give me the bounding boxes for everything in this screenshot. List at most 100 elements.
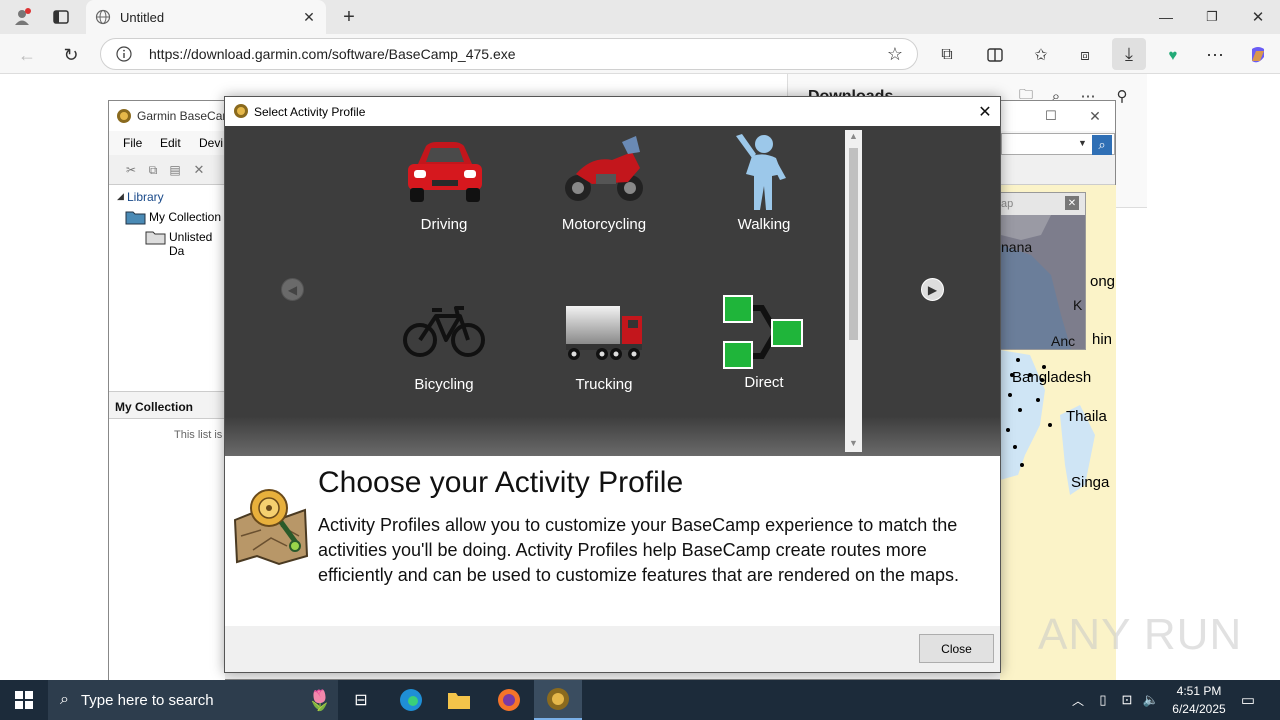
profile-motorcycling-label: Motorcycling: [561, 216, 647, 233]
dialog-titlebar: Select Activity Profile ✕: [225, 97, 1000, 126]
scroll-down-icon[interactable]: ▼: [849, 438, 858, 448]
close-window-icon[interactable]: ✕: [1248, 6, 1268, 28]
tab-title: Untitled: [120, 10, 165, 25]
profile-trucking[interactable]: Trucking: [524, 294, 684, 393]
search-placeholder: Type here to search: [80, 691, 214, 709]
file-explorer-icon[interactable]: [442, 682, 476, 718]
back-icon[interactable]: ←: [16, 44, 38, 66]
task-view-icon[interactable]: ⊟: [346, 684, 376, 716]
library-tree: ◢ Library My Collection Unlisted Da: [109, 185, 225, 391]
motorcycle-icon: [565, 136, 643, 201]
menu-edit[interactable]: Edit: [160, 136, 181, 150]
overview-map-title: ap: [1001, 198, 1014, 210]
info-icon[interactable]: [115, 45, 133, 63]
menu-file[interactable]: File: [123, 136, 142, 150]
new-tab-icon[interactable]: +: [338, 6, 360, 28]
profile-direct[interactable]: Direct: [684, 294, 844, 391]
taskbar-date[interactable]: 6/24/2025: [1168, 702, 1230, 716]
profile-direct-label: Direct: [744, 374, 784, 391]
notifications-icon[interactable]: ▭: [1236, 686, 1260, 714]
volume-icon[interactable]: 🔈: [1142, 688, 1160, 712]
profile-carousel: Driving Motorcycling Walking Bicycling T…: [225, 126, 1000, 456]
map-label-bangladesh: Bangladesh: [1012, 369, 1092, 386]
overview-map-image[interactable]: nana K Anc: [1001, 215, 1085, 349]
favorites-icon[interactable]: ✩: [1030, 44, 1052, 66]
cut-icon[interactable]: ✂: [123, 162, 139, 178]
profile-heading: Choose your Activity Profile: [318, 466, 684, 499]
map-label-china: hin: [1092, 331, 1113, 348]
browser-tab[interactable]: Untitled ✕: [86, 0, 326, 34]
menu-device[interactable]: Devi: [199, 136, 223, 150]
map-pin-compass-icon: [231, 486, 311, 566]
map-label-hong: ong: [1090, 273, 1116, 290]
more-options-icon[interactable]: ⋯: [1204, 44, 1226, 66]
profile-trucking-label: Trucking: [575, 376, 633, 393]
refresh-icon[interactable]: ↻: [60, 44, 82, 66]
profile-icon[interactable]: [10, 6, 34, 28]
scroll-up-icon[interactable]: ▲: [849, 131, 858, 141]
profile-walking[interactable]: Walking: [684, 134, 844, 233]
browser-essentials-icon[interactable]: ♥: [1162, 44, 1184, 66]
profile-motorcycling[interactable]: Motorcycling: [524, 134, 684, 233]
dropdown-arrow-icon[interactable]: ▼: [1078, 138, 1087, 148]
next-page-icon[interactable]: ▶: [921, 278, 944, 301]
paste-icon[interactable]: ▤: [167, 162, 183, 178]
taskbar-search[interactable]: ⌕ Type here to search 🌷: [48, 680, 338, 720]
expand-arrow-icon[interactable]: ◢: [117, 191, 124, 202]
profile-bicycling-label: Bicycling: [414, 376, 474, 393]
minimize-window-icon[interactable]: —: [1156, 6, 1176, 28]
copy-icon[interactable]: ⧉: [145, 162, 161, 178]
dialog-app-icon: [233, 103, 249, 119]
map-label-singapore: Singa: [1071, 474, 1110, 491]
taskbar-time[interactable]: 4:51 PM: [1172, 684, 1226, 698]
dialog-close-icon[interactable]: ✕: [975, 102, 995, 122]
overview-close-icon[interactable]: ✕: [1065, 196, 1079, 210]
battery-icon[interactable]: ▯: [1094, 688, 1112, 712]
truck-icon: [566, 306, 642, 360]
map-search-icon[interactable]: ⌕: [1092, 135, 1112, 155]
car-icon: [408, 142, 482, 202]
profile-description: Activity Profiles allow you to customize…: [318, 515, 960, 585]
previous-page-icon[interactable]: ◀: [281, 278, 304, 301]
collection-empty-text: This list is e: [174, 429, 232, 441]
profile-driving[interactable]: Driving: [364, 134, 524, 233]
url-text: https://download.garmin.com/software/Bas…: [149, 46, 516, 62]
my-collection-item[interactable]: My Collection: [149, 210, 221, 224]
tulip-decoration-icon: 🌷: [307, 689, 332, 712]
copilot-icon[interactable]: [1246, 44, 1270, 66]
close-button[interactable]: Close: [919, 634, 994, 663]
dialog-title: Select Activity Profile: [254, 105, 366, 119]
profile-walking-label: Walking: [737, 216, 791, 233]
workspaces-icon[interactable]: [50, 6, 72, 28]
windows-start-icon[interactable]: [0, 680, 48, 720]
overview-map-panel: ap ✕ nana K Anc: [1000, 192, 1086, 350]
favorite-star-icon[interactable]: ☆: [885, 44, 905, 64]
overview-label-k: K: [1073, 297, 1083, 313]
delete-icon[interactable]: ✕: [191, 162, 207, 178]
direct-route-icon: [723, 295, 803, 369]
scrollbar-thumb[interactable]: [849, 148, 858, 340]
collection-header-bar: My Collection: [109, 391, 225, 419]
basecamp-close-icon[interactable]: ✕: [1085, 107, 1105, 125]
unlisted-data-item[interactable]: Unlisted Da: [169, 230, 224, 258]
downloads-icon[interactable]: ⤓: [1112, 38, 1146, 70]
overview-label-nana: nana: [1001, 239, 1033, 255]
profile-bicycling[interactable]: Bicycling: [364, 294, 524, 393]
basecamp-taskbar-icon[interactable]: [534, 680, 582, 720]
show-hidden-icons-icon[interactable]: ︿: [1070, 688, 1086, 712]
extensions-icon[interactable]: ⧉: [936, 44, 958, 66]
walking-person-icon: [736, 134, 786, 210]
close-tab-icon[interactable]: ✕: [300, 8, 318, 26]
basecamp-maximize-icon[interactable]: ☐: [1041, 107, 1061, 125]
dialog-button-bar: [225, 626, 1000, 672]
split-screen-icon[interactable]: [984, 44, 1006, 66]
search-icon: ⌕: [60, 691, 69, 708]
edge-taskbar-icon[interactable]: [394, 682, 428, 718]
library-label[interactable]: Library: [127, 190, 164, 204]
network-icon[interactable]: ⊡: [1118, 688, 1136, 712]
restore-window-icon[interactable]: ❐: [1202, 6, 1222, 28]
address-bar[interactable]: https://download.garmin.com/software/Bas…: [100, 38, 918, 70]
collections-icon[interactable]: ⧈: [1074, 44, 1096, 66]
profile-scrollbar[interactable]: ▲ ▼: [845, 130, 862, 452]
firefox-icon[interactable]: [492, 682, 526, 718]
